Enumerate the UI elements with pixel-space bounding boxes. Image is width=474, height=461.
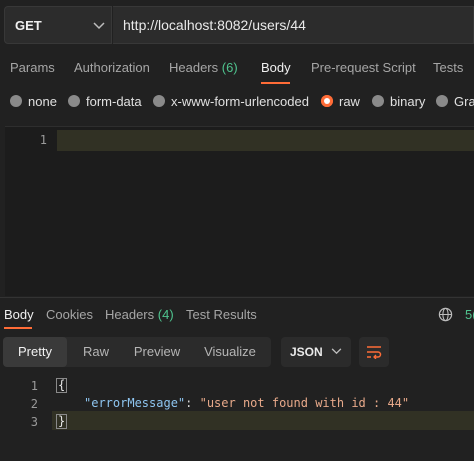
response-toolbar: Pretty Raw Preview Visualize JSON xyxy=(0,335,474,369)
request-tabs: Params Authorization Headers (6) Body Pr… xyxy=(0,52,474,84)
chevron-down-icon xyxy=(331,348,342,355)
response-status: 5( xyxy=(465,307,474,322)
radio-form-data-label: form-data xyxy=(86,94,142,109)
tab-body[interactable]: Body xyxy=(261,60,291,75)
json-key: "errorMessage" xyxy=(84,396,186,410)
line-number: 2 xyxy=(30,397,38,411)
globe-icon[interactable] xyxy=(438,307,453,322)
tab-params[interactable]: Params xyxy=(10,60,55,75)
view-preview-button[interactable]: Preview xyxy=(125,337,189,367)
format-label: JSON xyxy=(290,345,323,359)
response-tab-headers[interactable]: Headers (4) xyxy=(105,307,174,322)
active-tab-indicator xyxy=(261,82,290,84)
view-visualize-button[interactable]: Visualize xyxy=(191,337,269,367)
view-mode-switcher: Pretty Raw Preview Visualize xyxy=(3,337,271,367)
line-number: 1 xyxy=(39,133,47,147)
json-value: "user not found with id : 44" xyxy=(199,396,410,410)
json-colon: : xyxy=(185,396,200,410)
response-tab-cookies[interactable]: Cookies xyxy=(46,307,93,322)
response-tab-body[interactable]: Body xyxy=(4,307,34,322)
close-brace: } xyxy=(56,414,68,429)
url-input[interactable]: http://localhost:8082/users/44 xyxy=(113,6,474,44)
response-tab-headers-label: Headers xyxy=(105,307,155,322)
active-line-highlight xyxy=(52,411,474,430)
radio-dot xyxy=(153,95,165,107)
radio-dot xyxy=(10,95,22,107)
radio-dot xyxy=(68,95,80,107)
view-raw-button[interactable]: Raw xyxy=(67,337,125,367)
radio-raw-label: raw xyxy=(339,94,360,109)
radio-graphql[interactable]: Gra xyxy=(436,94,474,109)
radio-dot xyxy=(436,95,448,107)
request-body-editor[interactable]: 1 xyxy=(5,126,474,296)
radio-dot xyxy=(372,95,384,107)
method-select[interactable]: GET xyxy=(4,6,112,44)
radio-none-label: none xyxy=(28,94,57,109)
tab-tests[interactable]: Tests xyxy=(433,60,463,75)
pane-divider[interactable] xyxy=(0,297,474,298)
chevron-down-icon xyxy=(93,22,105,30)
json-line: "errorMessage": "user not found with id … xyxy=(84,396,409,410)
response-active-tab-indicator xyxy=(4,327,32,329)
method-label: GET xyxy=(15,18,42,33)
radio-binary-label: binary xyxy=(390,94,426,109)
body-type-options: none form-data x-www-form-urlencoded raw… xyxy=(0,88,474,116)
radio-urlencoded[interactable]: x-www-form-urlencoded xyxy=(153,94,309,109)
tab-headers-label: Headers xyxy=(169,60,219,75)
tab-authorization[interactable]: Authorization xyxy=(74,60,150,75)
url-text: http://localhost:8082/users/44 xyxy=(123,17,306,33)
tab-headers-count: (6) xyxy=(221,60,238,75)
radio-graphql-label: Gra xyxy=(454,94,474,109)
radio-binary[interactable]: binary xyxy=(372,94,425,109)
tab-prerequest-script[interactable]: Pre-request Script xyxy=(311,60,416,75)
request-url-bar: GET http://localhost:8082/users/44 xyxy=(0,0,474,50)
open-brace: { xyxy=(56,378,68,393)
response-body-viewer[interactable]: 1 2 3 { "errorMessage": "user not found … xyxy=(0,374,474,461)
wrap-lines-button[interactable] xyxy=(359,337,389,367)
tab-headers[interactable]: Headers (6) xyxy=(169,60,238,75)
active-line-highlight xyxy=(57,130,474,151)
response-tab-test-results[interactable]: Test Results xyxy=(186,307,257,322)
radio-raw[interactable]: raw xyxy=(321,94,360,109)
line-number: 1 xyxy=(30,379,38,393)
radio-form-data[interactable]: form-data xyxy=(68,94,142,109)
format-select[interactable]: JSON xyxy=(281,337,351,367)
response-tabs: Body Cookies Headers (4) Test Results xyxy=(0,300,474,330)
radio-dot-selected xyxy=(321,95,333,107)
wrap-lines-icon xyxy=(367,346,382,359)
view-pretty-button[interactable]: Pretty xyxy=(3,337,67,367)
radio-urlencoded-label: x-www-form-urlencoded xyxy=(171,94,309,109)
response-tab-headers-count: (4) xyxy=(157,307,174,322)
line-number: 3 xyxy=(30,415,38,429)
radio-none[interactable]: none xyxy=(10,94,57,109)
